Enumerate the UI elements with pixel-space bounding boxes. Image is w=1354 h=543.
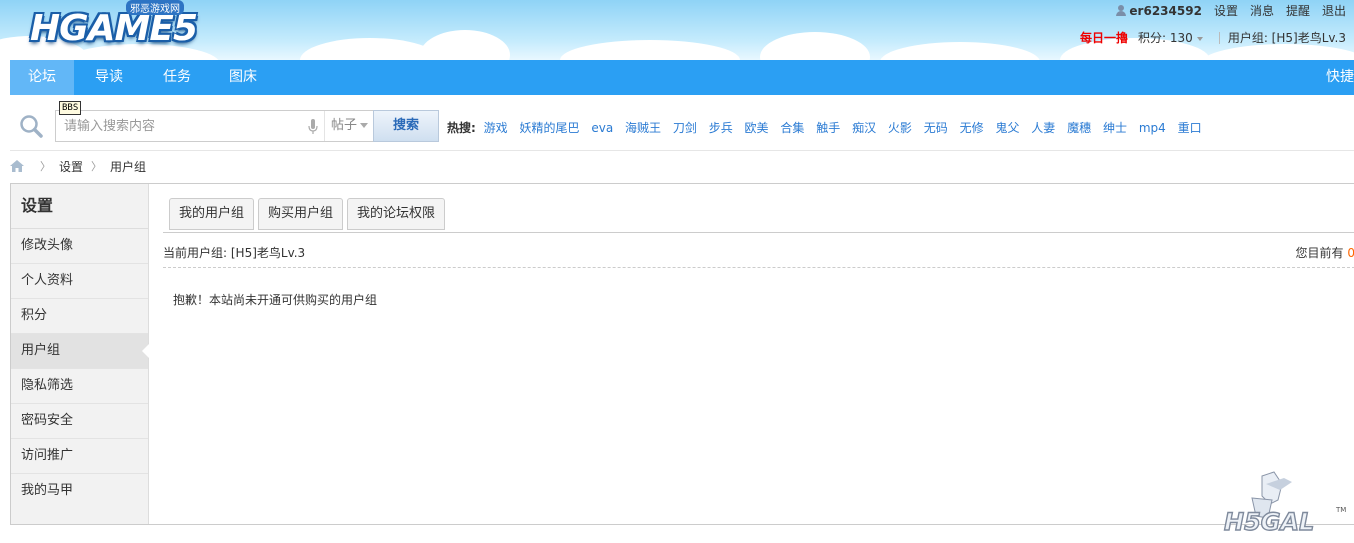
hot-search-term[interactable]: 魔穗 [1067,121,1091,135]
sidebar-item-credits[interactable]: 积分 [11,299,148,334]
hot-search-term[interactable]: 触手 [816,121,840,135]
cloud-decoration [880,42,1040,60]
user-subbar: 每日一擼 积分: 130 用户组: [H5]老鸟Lv.3 [1080,29,1346,46]
hot-search-term[interactable]: 步兵 [709,121,733,135]
hot-search-term[interactable]: mp4 [1139,121,1166,135]
chevron-down-icon [360,123,369,128]
breadcrumb-item-usergroup[interactable]: 用户组 [110,158,146,175]
divider [163,267,1354,268]
hot-search-term[interactable]: eva [591,121,613,135]
hot-search-term[interactable]: 游戏 [484,121,508,135]
usergroup-tabs: 我的用户组 购买用户组 我的论坛权限 [169,198,446,230]
user-icon [1116,5,1127,16]
hot-search-term[interactable]: 痴汉 [852,121,876,135]
sidebar-item-usergroup[interactable]: 用户组 [11,334,149,369]
hot-search-term[interactable]: 人妻 [1031,121,1055,135]
hot-search-term[interactable]: 鬼父 [995,121,1019,135]
credits-label: 积分: 130 [1138,31,1193,45]
hot-search-term[interactable]: 合集 [780,121,804,135]
settings-link[interactable]: 设置 [1214,2,1238,19]
watermark-text: H5GAL [1224,508,1314,536]
nav-item-guide[interactable]: 导读 [74,60,144,95]
search-scope-label: 帖子 [331,118,358,133]
tab-forum-permissions[interactable]: 我的论坛权限 [347,198,446,230]
cloud-decoration [1200,44,1354,60]
hot-search-term[interactable]: 无码 [924,121,948,135]
sidebar-item-profile[interactable]: 个人资料 [11,264,148,299]
username: er6234592 [1129,3,1202,18]
search-input[interactable] [56,111,312,141]
hot-search-term[interactable]: 妖精的尾巴 [519,121,579,135]
balance-value: 0 [1347,246,1354,260]
current-usergroup-text: 当前用户组: [H5]老鸟Lv.3 [163,246,306,260]
no-purchase-notice: 抱歉！本站尚未开通可供购买的用户组 [173,293,378,307]
search-box: 帖子 [55,110,375,142]
cloud-decoration [760,32,870,60]
tab-my-usergroup[interactable]: 我的用户组 [169,198,255,230]
sidebar-item-privacy[interactable]: 隐私筛选 [11,369,148,404]
divider [163,232,1354,233]
chevron-down-icon [1196,36,1203,41]
logo-subtitle: 邪恶游戏网 [126,0,184,15]
daily-checkin-link[interactable]: 每日一擼 [1080,29,1128,46]
sidebar-item-vest[interactable]: 我的马甲 [11,474,148,508]
tab-buy-usergroup[interactable]: 购买用户组 [258,198,344,230]
sidebar-item-promotion[interactable]: 访问推广 [11,439,148,474]
hot-search-term[interactable]: 海贼王 [625,121,661,135]
cloud-decoration [300,38,440,60]
logout-link[interactable]: 退出 [1322,2,1346,19]
hot-search-term[interactable]: 火影 [888,121,912,135]
hot-search-term[interactable]: 欧美 [745,121,769,135]
bbs-tooltip: BBS [59,101,82,115]
username-link[interactable]: er6234592 [1116,4,1202,18]
home-icon[interactable] [10,160,24,172]
usergroup-link[interactable]: 用户组: [H5]老鸟Lv.3 [1228,29,1346,46]
quick-nav-link[interactable]: 快捷 [1326,60,1354,95]
microphone-icon[interactable] [308,119,318,135]
search-scope-select[interactable]: 帖子 [324,111,374,141]
nav-item-forum[interactable]: 论坛 [10,60,74,95]
settings-panel: 设置 修改头像 个人资料 积分 用户组 隐私筛选 密码安全 访问推广 我的马甲 … [10,183,1354,525]
sidebar-item-password[interactable]: 密码安全 [11,404,148,439]
divider [1218,31,1220,44]
sidebar-title: 设置 [11,184,148,229]
nav-item-images[interactable]: 图床 [210,60,276,95]
cloud-decoration [420,30,510,60]
settings-sidebar: 设置 修改头像 个人资料 积分 用户组 隐私筛选 密码安全 访问推广 我的马甲 [11,184,149,524]
search-button[interactable]: 搜索 [373,110,439,142]
credits-dropdown[interactable]: 积分: 130 [1138,29,1203,46]
header-banner: HGAME5 邪恶游戏网 er6234592 设置 消息 提醒 退出 每日一擼 … [0,0,1354,60]
h5gal-watermark-logo: H5GAL TM [1223,471,1346,537]
current-balance-text: 您目前有 0 [1296,244,1354,261]
hot-search-term[interactable]: 无修 [960,121,984,135]
trademark-mark: TM [1335,506,1346,514]
notifications-link[interactable]: 提醒 [1286,2,1310,19]
hot-search-term[interactable]: 重口 [1178,121,1202,135]
cloud-decoration [560,40,740,60]
sidebar-item-avatar[interactable]: 修改头像 [11,229,148,264]
balance-label: 您目前有 [1295,246,1344,260]
search-icon [20,115,43,138]
user-topbar: er6234592 设置 消息 提醒 退出 [1116,2,1346,19]
breadcrumb-separator: 〉 [91,160,103,173]
hot-search-label: 热搜: [447,121,476,135]
main-nav: 论坛 导读 任务 图床 快捷 [10,60,1354,95]
messages-link[interactable]: 消息 [1250,2,1274,19]
hot-search-term[interactable]: 刀剑 [673,121,697,135]
breadcrumb-separator: 〉 [40,160,51,173]
usergroup-main: 我的用户组 购买用户组 我的论坛权限 当前用户组: [H5]老鸟Lv.3 您目前… [149,184,1354,524]
search-bar: 帖子 搜索 BBS 热搜: 游戏 妖精的尾巴 eva 海贼王 刀剑 步兵 欧美 … [10,101,1354,151]
hot-search-term[interactable]: 绅士 [1103,121,1127,135]
breadcrumb-item-settings[interactable]: 设置 [59,158,83,175]
breadcrumb: 〉 设置 〉 用户组 [10,158,146,174]
hot-searches: 热搜: 游戏 妖精的尾巴 eva 海贼王 刀剑 步兵 欧美 合集 触手 痴汉 火… [447,119,1210,136]
nav-item-tasks[interactable]: 任务 [144,60,210,95]
